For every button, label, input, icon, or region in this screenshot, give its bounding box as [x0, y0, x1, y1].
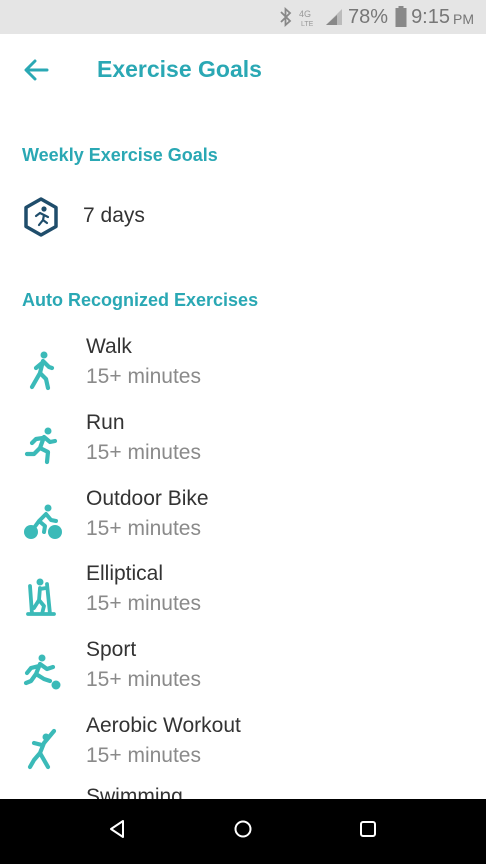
recents-nav-icon: [358, 819, 378, 844]
elliptical-icon: [22, 576, 64, 618]
home-nav-icon: [233, 819, 253, 844]
exercise-duration: 15+ minutes: [86, 592, 201, 615]
weekly-goal-value: 7 days: [83, 204, 145, 227]
exercise-duration: 15+ minutes: [86, 668, 201, 691]
sport-icon: [22, 652, 64, 694]
exercise-name: Elliptical: [86, 562, 164, 585]
exercise-duration: 15+ minutes: [86, 365, 201, 388]
clock-ampm: PM: [453, 11, 474, 27]
aerobic-icon: [22, 728, 64, 770]
exercise-row-run[interactable]: Run 15+ minutes: [0, 411, 486, 487]
back-nav-icon: [107, 819, 127, 844]
app-bar: Exercise Goals: [0, 34, 486, 108]
back-button[interactable]: [16, 54, 56, 90]
weekly-goals-header: Weekly Exercise Goals: [22, 145, 218, 165]
exercise-duration: 15+ minutes: [86, 517, 201, 540]
system-nav-bar: [0, 799, 486, 864]
nav-back-button[interactable]: [92, 813, 142, 849]
run-icon: [22, 425, 64, 467]
exercise-hexagon-icon: [20, 196, 62, 238]
nav-recents-button[interactable]: [343, 813, 393, 849]
bike-icon: [22, 501, 64, 543]
bluetooth-icon: [280, 7, 292, 27]
exercise-row-aerobic-workout[interactable]: Aerobic Workout 15+ minutes: [0, 714, 486, 790]
battery-icon: [395, 6, 407, 28]
weekly-goal-row[interactable]: 7 days: [0, 190, 486, 244]
exercise-row-sport[interactable]: Sport 15+ minutes: [0, 638, 486, 714]
exercise-name: Aerobic Workout: [86, 714, 241, 737]
clock-time: 9:15: [411, 5, 450, 28]
arrow-left-icon: [23, 59, 49, 86]
nav-home-button[interactable]: [218, 813, 268, 849]
signal-icon: [324, 7, 344, 27]
exercise-name: Run: [86, 411, 125, 434]
svg-text:4G: 4G: [299, 9, 311, 19]
svg-text:LTE: LTE: [301, 21, 314, 27]
4g-lte-icon: 4G LTE: [299, 7, 317, 27]
auto-recognized-header: Auto Recognized Exercises: [22, 290, 259, 310]
exercise-row-outdoor-bike[interactable]: Outdoor Bike 15+ minutes: [0, 487, 486, 563]
status-bar: 4G LTE 78% 9:15 PM: [0, 0, 486, 34]
battery-percent: 78%: [348, 5, 389, 28]
exercise-name: Outdoor Bike: [86, 487, 209, 510]
exercise-name: Sport: [86, 638, 137, 661]
exercise-name: Walk: [86, 335, 132, 358]
exercise-duration: 15+ minutes: [86, 744, 201, 767]
exercise-row-walk[interactable]: Walk 15+ minutes: [0, 335, 486, 411]
exercise-row-elliptical[interactable]: Elliptical 15+ minutes: [0, 562, 486, 638]
page-title: Exercise Goals: [97, 56, 262, 82]
walk-icon: [22, 349, 64, 391]
exercise-duration: 15+ minutes: [86, 441, 201, 464]
